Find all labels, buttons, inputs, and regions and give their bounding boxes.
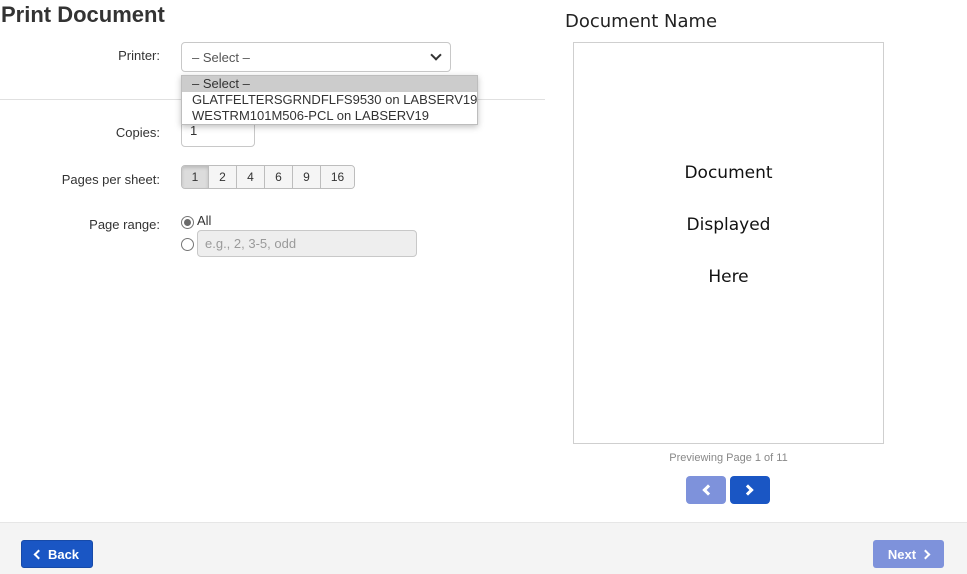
printer-option-glatfelters[interactable]: GLATFELTERSGRNDFLFS9530 on LABSERV19 [182,92,477,108]
chevron-down-icon [430,49,442,61]
back-button-label: Back [47,546,80,562]
pages-per-sheet-label: Pages per sheet: [61,172,160,187]
page-range-all-radio[interactable] [181,216,194,229]
preview-line-2: Displayed [686,215,771,235]
preview-line-3: Here [708,267,749,287]
next-page-button[interactable] [730,476,770,504]
pages-per-sheet-1[interactable]: 1 [182,166,209,188]
chevron-right-icon [920,549,931,559]
document-name: Document Name [565,11,718,32]
pages-per-sheet-9[interactable]: 9 [293,166,321,188]
pages-per-sheet-16[interactable]: 16 [321,166,354,188]
page-range-custom-radio[interactable] [181,238,194,251]
preview-line-1: Document [684,163,773,183]
printer-select[interactable]: – Select – [181,42,451,72]
document-preview: Document Displayed Here [573,42,884,444]
pages-per-sheet-group: 1 2 4 6 9 16 [181,165,355,189]
printer-dropdown-list: – Select – GLATFELTERSGRNDFLFS9530 on LA… [181,75,478,125]
preview-page-status: Previewing Page 1 of 11 [669,452,788,464]
page-range-input[interactable]: e.g., 2, 3-5, odd [197,230,417,257]
pages-per-sheet-2[interactable]: 2 [209,166,237,188]
page-title: Print Document [1,2,165,27]
printer-option-select[interactable]: – Select – [182,76,477,92]
page-range-all-label: All [197,213,212,228]
page-range-placeholder: e.g., 2, 3-5, odd [205,236,297,251]
printer-label: Printer: [118,48,160,63]
back-button[interactable]: Back [21,540,93,568]
next-button[interactable]: Next [873,540,944,568]
previous-page-button[interactable] [686,476,726,504]
chevron-right-icon [742,484,754,496]
pages-per-sheet-4[interactable]: 4 [237,166,265,188]
chevron-left-icon [702,484,714,496]
chevron-left-icon [33,549,44,559]
printer-option-westrm[interactable]: WESTRM101M506-PCL on LABSERV19 [182,108,477,124]
printer-select-value: – Select – [192,49,250,65]
footer-bar [0,522,967,574]
copies-label: Copies: [115,125,160,140]
pages-per-sheet-6[interactable]: 6 [265,166,293,188]
next-button-label: Next [887,546,917,562]
page-range-label: Page range: [89,217,160,232]
